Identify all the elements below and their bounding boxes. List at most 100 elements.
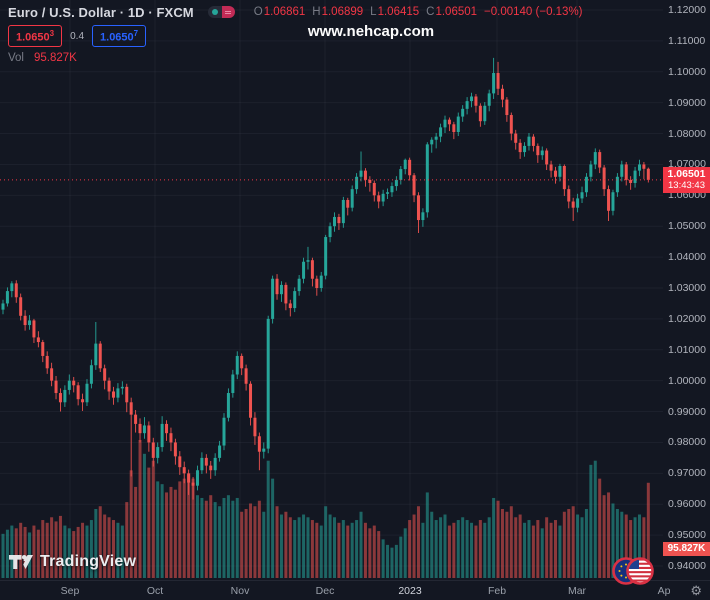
- spread-value: 0.4: [70, 31, 84, 42]
- volume-bar: [196, 495, 199, 578]
- candle-body: [121, 387, 124, 389]
- time-axis[interactable]: ⚙ SepOctNovDec2023FebMarAp: [0, 580, 710, 600]
- volume-bar: [488, 517, 491, 578]
- candle-body: [205, 458, 208, 466]
- volume-bar: [492, 498, 495, 578]
- candle-body: [629, 180, 632, 183]
- candle-body: [32, 320, 35, 337]
- candle-body: [558, 166, 561, 177]
- candle-body: [377, 195, 380, 201]
- candle-body: [306, 260, 309, 262]
- price-axis-label: 1.08000: [668, 128, 706, 140]
- candle-body: [408, 160, 411, 175]
- volume-bar: [289, 517, 292, 578]
- candle-body: [262, 449, 265, 452]
- candle-body: [59, 393, 62, 402]
- volume-bar: [483, 523, 486, 578]
- axis-settings-gear-icon[interactable]: ⚙: [690, 583, 702, 599]
- candle-body: [10, 283, 13, 291]
- volume-bar: [435, 520, 438, 578]
- candle-body: [333, 217, 336, 226]
- price-axis-label: 1.11000: [668, 35, 705, 47]
- candle-body: [152, 442, 155, 457]
- current-price-value: 1.06501: [663, 168, 710, 180]
- volume-bar: [581, 517, 584, 578]
- volume-bar: [178, 481, 181, 578]
- volume-bar: [152, 461, 155, 578]
- candle-body: [139, 424, 142, 433]
- price-axis[interactable]: 1.06501 13:43:43 95.827K 1.120001.110001…: [663, 0, 710, 580]
- candle-body: [324, 237, 327, 276]
- volume-bar: [240, 512, 243, 578]
- candle-body: [399, 169, 402, 180]
- volume-bar: [200, 498, 203, 578]
- candle-body: [461, 109, 464, 117]
- candle-body: [63, 390, 66, 402]
- candle-body: [594, 152, 597, 164]
- candle-body: [497, 73, 500, 89]
- sell-bid-button[interactable]: 1.06503: [8, 25, 62, 48]
- high-label: H: [312, 6, 320, 18]
- volume-bar: [457, 520, 460, 578]
- candle-body: [46, 356, 49, 368]
- price-axis-label: 0.98000: [668, 436, 706, 448]
- volume-bar: [421, 523, 424, 578]
- volume-bar: [209, 495, 212, 578]
- candle-body: [227, 393, 230, 418]
- volume-bar: [474, 526, 477, 578]
- volume-bar: [315, 523, 318, 578]
- volume-bar: [139, 440, 142, 578]
- candle-body: [395, 180, 398, 186]
- candle-body: [267, 319, 270, 449]
- candle-body: [236, 356, 239, 375]
- volume-bar: [545, 517, 548, 578]
- candle-body: [196, 470, 199, 485]
- candle-body: [289, 303, 292, 308]
- price-axis-label: 0.99000: [668, 406, 706, 418]
- candle-body: [607, 189, 610, 211]
- ohlc-readout: O1.06861 H1.06899 L1.06415 C1.06501 −0.0…: [247, 6, 583, 18]
- volume-bar: [342, 520, 345, 578]
- volume-bar: [231, 501, 234, 578]
- candle-body: [536, 146, 539, 155]
- candle-body: [99, 344, 102, 369]
- volume-bar: [558, 526, 561, 578]
- symbol-title[interactable]: Euro / U.S. Dollar · 1D · FXCM: [8, 5, 194, 20]
- volume-label[interactable]: Vol: [8, 52, 24, 64]
- tradingview-mark-icon: [9, 555, 33, 570]
- candle-body: [603, 168, 606, 190]
- candle-body: [245, 368, 248, 383]
- candlestick-chart[interactable]: [0, 0, 663, 580]
- candle-body: [554, 171, 557, 177]
- volume-bar: [320, 526, 323, 578]
- volume-bar: [448, 526, 451, 578]
- market-status-toggle[interactable]: [208, 6, 235, 18]
- candle-body: [483, 106, 486, 121]
- volume-bar: [444, 515, 447, 578]
- candle-body: [576, 198, 579, 207]
- candle-body: [293, 291, 296, 308]
- close-label: C: [426, 6, 434, 18]
- price-axis-label: 1.05000: [668, 220, 706, 232]
- tradingview-logo[interactable]: TradingView: [9, 553, 136, 571]
- candle-body: [183, 467, 186, 473]
- candle-body: [581, 192, 584, 198]
- candle-body: [85, 384, 88, 403]
- volume-bar: [236, 498, 239, 578]
- volume-bar: [267, 461, 270, 578]
- candle-body: [41, 342, 44, 356]
- candle-body: [351, 189, 354, 208]
- volume-bar: [280, 515, 283, 578]
- buy-ask-button[interactable]: 1.06507: [92, 25, 146, 48]
- price-axis-label: 0.94000: [668, 560, 706, 572]
- candle-body: [134, 415, 137, 424]
- volume-bar: [527, 520, 530, 578]
- volume-bar: [607, 492, 610, 578]
- candle-body: [280, 285, 283, 294]
- candle-body: [457, 117, 460, 132]
- candle-body: [448, 120, 451, 125]
- candle-body: [311, 260, 314, 279]
- us-flag-circle: [627, 558, 653, 584]
- high-value: 1.06899: [322, 6, 364, 18]
- candle-body: [386, 192, 389, 194]
